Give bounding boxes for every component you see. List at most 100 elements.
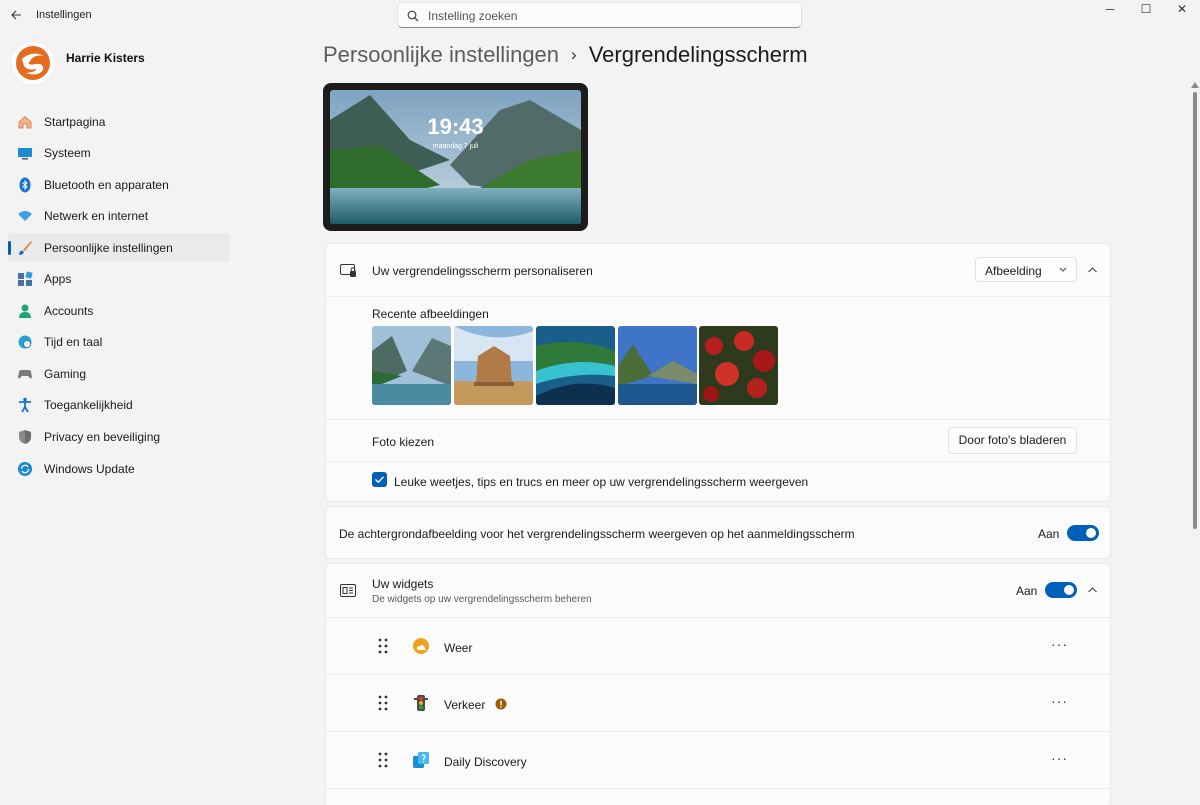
page-title: Vergrendelingsscherm <box>588 42 808 67</box>
account-icon <box>17 303 33 319</box>
more-options-button[interactable]: ··· <box>1051 636 1068 652</box>
browse-photos-button[interactable]: Door foto's bladeren <box>948 427 1077 454</box>
avatar[interactable] <box>12 42 54 84</box>
clock-globe-icon <box>17 334 33 350</box>
dropdown-value: Afbeelding <box>985 264 1042 278</box>
tips-checkbox[interactable] <box>372 472 387 487</box>
sidebar-item-bluetooth[interactable]: Bluetooth en apparaten <box>8 170 230 199</box>
choose-photo-label: Foto kiezen <box>372 435 435 449</box>
home-icon <box>17 114 33 130</box>
divider <box>326 788 1110 789</box>
app-title: Instellingen <box>36 9 92 21</box>
sidebar-item-label: Startpagina <box>44 114 106 129</box>
recent-image-coastal-mountains[interactable] <box>618 326 697 405</box>
widget-row-daily-discovery: Daily Discovery ··· <box>326 732 1110 789</box>
scrollbar-thumb[interactable] <box>1193 92 1197 529</box>
widget-label: Weer <box>444 641 473 655</box>
chevron-down-icon <box>1059 267 1067 272</box>
widget-row-verkeer: Verkeer ··· <box>326 675 1110 732</box>
update-icon <box>17 461 33 477</box>
breadcrumb-separator: › <box>571 45 577 64</box>
maximize-button[interactable]: ☐ <box>1128 0 1164 18</box>
daily-discovery-icon <box>413 752 429 768</box>
recent-image-tropical-coast[interactable] <box>536 326 615 405</box>
traffic-light-icon <box>414 695 428 711</box>
sidebar-item-toegankelijkheid[interactable]: Toegankelijkheid <box>8 391 230 420</box>
search-box[interactable] <box>397 2 802 28</box>
sidebar-item-privacy[interactable]: Privacy en beveiliging <box>8 422 230 451</box>
back-arrow-icon <box>10 10 21 20</box>
widget-label: Daily Discovery <box>444 755 527 769</box>
chevron-up-icon[interactable] <box>1087 265 1098 275</box>
recent-image-ancient-temple[interactable] <box>454 326 533 405</box>
apps-icon <box>17 271 33 287</box>
breadcrumb: Persoonlijke instellingen › Vergrendelings… <box>323 42 808 68</box>
preview-landscape-image <box>330 90 581 224</box>
sidebar-item-label: Netwerk en internet <box>44 209 149 224</box>
sidebar-item-label: Bluetooth en apparaten <box>44 177 169 192</box>
checkmark-icon <box>375 476 385 484</box>
sidebar-nav: Startpagina Systeem Bluetooth en apparat… <box>8 107 230 486</box>
sidebar-item-persoonlijke-instellingen[interactable]: Persoonlijke instellingen <box>8 233 230 263</box>
divider <box>326 461 1110 462</box>
drag-handle-icon[interactable] <box>377 638 389 654</box>
back-button[interactable] <box>6 6 26 26</box>
drag-handle-icon[interactable] <box>377 695 389 711</box>
search-input[interactable] <box>428 7 788 24</box>
scroll-up-arrow-icon[interactable] <box>1191 82 1199 88</box>
widgets-state: Aan <box>1016 584 1038 598</box>
signin-background-label: De achtergrondafbeelding voor het vergre… <box>339 527 855 541</box>
title-bar: Instellingen ─ ☐ ✕ <box>0 0 1200 32</box>
widgets-toggle[interactable] <box>1045 582 1077 598</box>
brush-icon <box>17 240 33 256</box>
personalize-label: Uw vergrendelingsscherm personaliseren <box>372 264 593 278</box>
close-button[interactable]: ✕ <box>1164 0 1200 18</box>
sidebar-item-label: Toegankelijkheid <box>44 398 133 413</box>
gamepad-icon <box>17 366 33 382</box>
widgets-title: Uw widgets <box>372 577 434 591</box>
personalize-card: Uw vergrendelingsscherm personaliseren A… <box>325 243 1111 502</box>
more-options-button[interactable]: ··· <box>1051 693 1068 709</box>
sidebar-item-systeem[interactable]: Systeem <box>8 139 230 168</box>
profile-logo-icon <box>16 46 50 80</box>
shield-icon <box>17 429 33 445</box>
sidebar-item-accounts[interactable]: Accounts <box>8 296 230 325</box>
sidebar-item-windows-update[interactable]: Windows Update <box>8 454 230 483</box>
signin-background-toggle[interactable] <box>1067 525 1099 541</box>
widget-label: Verkeer <box>444 698 486 712</box>
sidebar-item-gaming[interactable]: Gaming <box>8 359 230 388</box>
more-options-button[interactable]: ··· <box>1051 750 1068 766</box>
breadcrumb-parent[interactable]: Persoonlijke instellingen <box>323 42 559 67</box>
warning-icon <box>495 698 507 710</box>
sidebar-item-label: Gaming <box>44 366 87 381</box>
system-icon <box>17 145 33 161</box>
preview-time: 19:43 <box>427 114 484 139</box>
widgets-card: Uw widgets De widgets op uw vergrendelin… <box>325 563 1111 805</box>
minimize-button[interactable]: ─ <box>1092 0 1128 18</box>
divider <box>326 419 1110 420</box>
recent-image-mountain-lake[interactable] <box>372 326 451 405</box>
sidebar-item-label: Privacy en beveiliging <box>44 429 161 444</box>
sidebar-item-netwerk[interactable]: Netwerk en internet <box>8 202 230 231</box>
profile-name: Harrie Kisters <box>66 51 145 65</box>
tips-label: Leuke weetjes, tips en trucs en meer op … <box>394 475 809 489</box>
preview-date: maandag 7 juli <box>432 143 479 150</box>
background-type-dropdown[interactable]: Afbeelding <box>975 257 1077 282</box>
sidebar-item-label: Persoonlijke instellingen <box>44 240 173 255</box>
drag-handle-icon[interactable] <box>377 752 389 768</box>
wifi-icon <box>17 208 33 224</box>
sidebar-item-startpagina[interactable]: Startpagina <box>8 107 230 136</box>
sidebar-item-label: Accounts <box>44 303 94 318</box>
signin-background-card: De achtergrondafbeelding voor het vergre… <box>325 506 1111 559</box>
sidebar-item-label: Systeem <box>44 146 91 161</box>
widgets-subtitle: De widgets op uw vergrendelingsscherm be… <box>372 594 592 605</box>
recent-images-label: Recente afbeeldingen <box>372 307 489 321</box>
recent-image-red-flowers[interactable] <box>699 326 778 405</box>
preview-screen: 19:43 maandag 7 juli <box>330 90 581 224</box>
sidebar-item-tijd-en-taal[interactable]: Tijd en taal <box>8 328 230 357</box>
search-icon <box>407 10 419 22</box>
sidebar-item-apps[interactable]: Apps <box>8 265 230 294</box>
sidebar-item-label: Apps <box>44 272 72 287</box>
widgets-icon <box>340 584 356 597</box>
chevron-up-icon[interactable] <box>1087 585 1098 595</box>
